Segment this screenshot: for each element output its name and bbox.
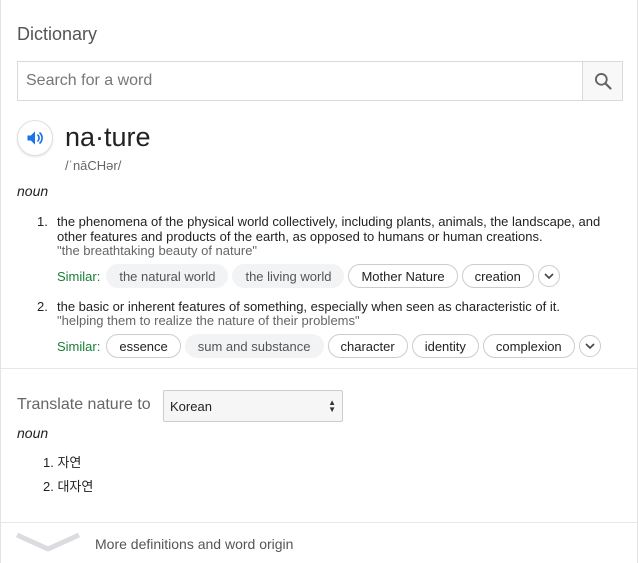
- search-input[interactable]: [18, 62, 582, 100]
- definition-line: the phenomena of the physical world coll…: [57, 214, 601, 229]
- more-definitions-link[interactable]: More definitions and word origin: [1, 523, 638, 563]
- chevron-down-icon: [544, 273, 554, 280]
- definition-number: 2.: [37, 299, 48, 314]
- similar-chip[interactable]: creation: [461, 264, 534, 288]
- similar-words-row: Similar: the natural world the living wo…: [57, 263, 560, 289]
- definition-line: the basic or inherent features of someth…: [57, 299, 560, 314]
- similar-chip[interactable]: identity: [411, 334, 479, 358]
- translate-label: Translate nature to: [17, 396, 151, 413]
- definition-number: 1.: [37, 214, 48, 229]
- translation-item: 2. 대자연: [43, 479, 94, 494]
- more-definitions-label: More definitions and word origin: [95, 536, 294, 552]
- select-arrows-icon: ▲ ▼: [328, 398, 336, 414]
- similar-chip[interactable]: complexion: [482, 334, 575, 358]
- similar-chip[interactable]: the natural world: [106, 264, 229, 288]
- expand-similar-button[interactable]: [537, 265, 560, 287]
- chevron-down-icon: [15, 532, 81, 552]
- card-title: Dictionary: [17, 24, 98, 44]
- definition-line: other features and products of the earth…: [57, 229, 543, 244]
- search-box: [17, 61, 623, 101]
- expand-similar-button[interactable]: [578, 335, 601, 357]
- similar-chip[interactable]: character: [327, 334, 408, 358]
- similar-label: Similar:: [57, 338, 101, 354]
- definition-example: "helping them to realize the nature of t…: [57, 313, 360, 328]
- language-select-value: Korean: [170, 398, 212, 414]
- chevron-down-icon: [585, 343, 595, 350]
- similar-chip[interactable]: sum and substance: [184, 334, 324, 358]
- search-icon: [594, 73, 612, 90]
- definition-text: the basic or inherent features of someth…: [57, 299, 617, 314]
- part-of-speech: noun: [17, 183, 49, 199]
- speaker-icon: [27, 131, 43, 145]
- similar-chip[interactable]: the living world: [232, 264, 345, 288]
- translate-part-of-speech: noun: [17, 425, 49, 441]
- translation-item: 1. 자연: [43, 455, 82, 470]
- similar-chip[interactable]: essence: [106, 334, 181, 358]
- phonetic-spelling: /ˈnāCHər/: [65, 158, 122, 173]
- similar-chip[interactable]: Mother Nature: [348, 264, 458, 288]
- section-divider: [1, 368, 638, 369]
- similar-words-row: Similar: essence sum and substance chara…: [57, 333, 601, 359]
- similar-label: Similar:: [57, 268, 101, 284]
- search-button[interactable]: [582, 62, 622, 100]
- definition-text: the phenomena of the physical world coll…: [57, 214, 617, 244]
- pronunciation-button[interactable]: [17, 120, 53, 156]
- definition-example: "the breathtaking beauty of nature": [57, 243, 258, 258]
- headword: na·ture: [65, 122, 151, 152]
- dictionary-card: Dictionary na·ture /ˈnāCHər/ noun 1. the…: [0, 0, 638, 563]
- language-select[interactable]: Korean ▲ ▼: [163, 390, 343, 422]
